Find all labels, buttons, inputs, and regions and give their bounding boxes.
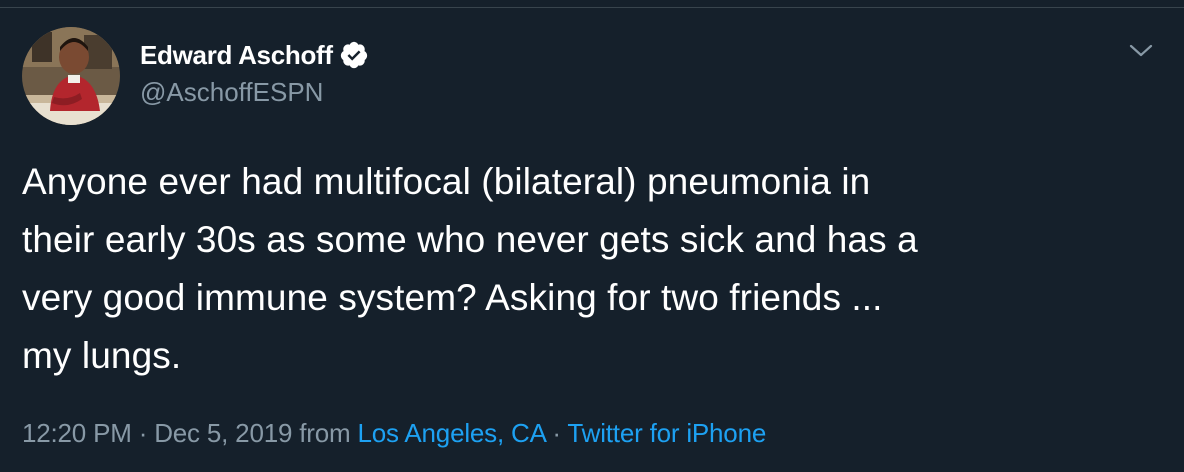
tweet-text-line: my lungs.	[22, 335, 182, 376]
verified-badge-icon	[339, 40, 369, 70]
name-row: Edward Aschoff	[140, 38, 369, 72]
source-link[interactable]: Twitter for iPhone	[567, 418, 766, 448]
chevron-down-icon[interactable]	[1126, 40, 1156, 62]
separator-dot: ·	[552, 418, 561, 448]
author-block: Edward Aschoff @AschoffESPN	[140, 38, 369, 108]
handle[interactable]: @AschoffESPN	[140, 77, 369, 108]
tweet-metadata: 12:20 PM · Dec 5, 2019 from Los Angeles,…	[22, 418, 766, 449]
tweet-text: Anyone ever had multifocal (bilateral) p…	[22, 153, 1162, 385]
display-name[interactable]: Edward Aschoff	[140, 40, 333, 71]
avatar[interactable]	[22, 27, 120, 125]
tweet-text-line: their early 30s as some who never gets s…	[22, 219, 918, 260]
from-label: from	[299, 418, 351, 448]
avatar-image	[22, 27, 120, 125]
tweet-text-line: Anyone ever had multifocal (bilateral) p…	[22, 161, 871, 202]
tweet-date[interactable]: Dec 5, 2019	[154, 418, 292, 448]
separator-dot: ·	[138, 418, 148, 448]
tweet-text-line: very good immune system? Asking for two …	[22, 277, 883, 318]
tweet-time[interactable]: 12:20 PM	[22, 418, 132, 448]
tweet-card: Edward Aschoff @AschoffESPN Anyone ever …	[0, 0, 1184, 472]
location-link[interactable]: Los Angeles, CA	[358, 418, 546, 448]
